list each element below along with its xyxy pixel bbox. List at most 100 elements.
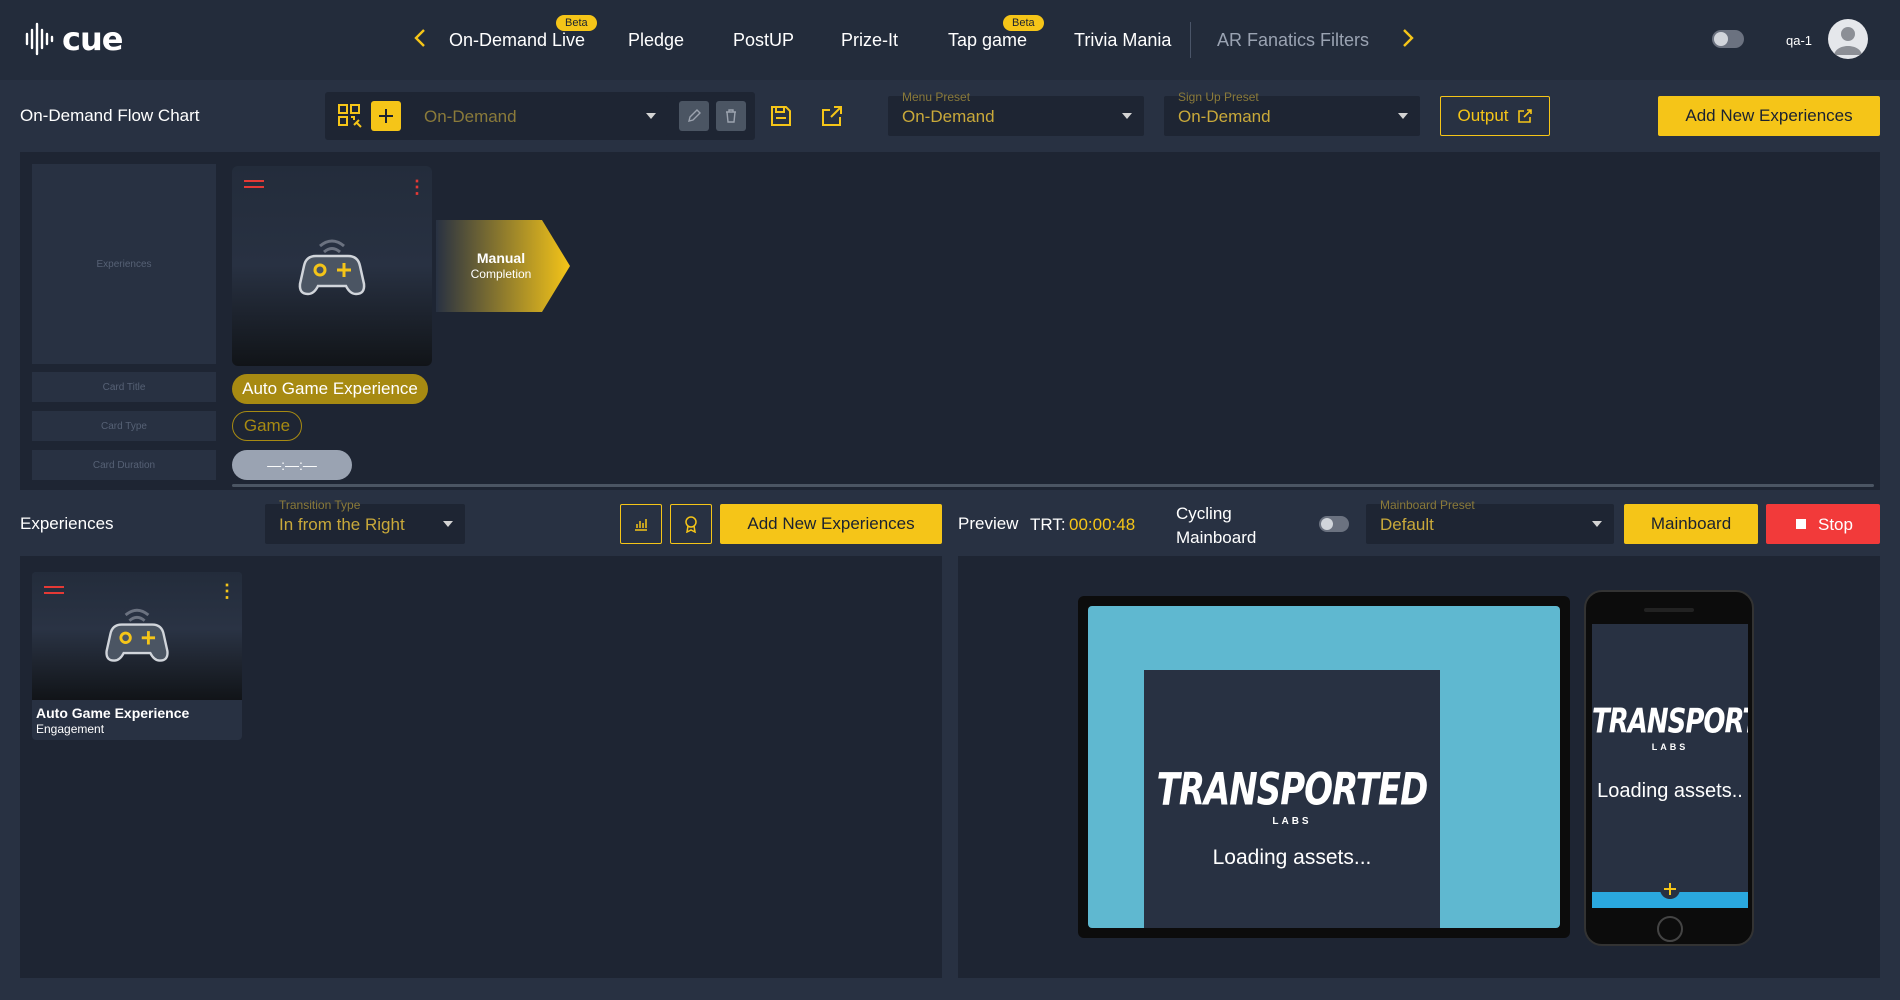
mainboard-preset-select[interactable]: Mainboard Preset Default <box>1366 498 1614 544</box>
nav-next-arrow[interactable] <box>1402 28 1414 54</box>
mainboard-button[interactable]: Mainboard <box>1624 504 1758 544</box>
phone-screen: TRANSPORTED LABS Loading assets.. <box>1592 624 1748 908</box>
cue-logo[interactable]: cue <box>24 20 123 58</box>
experience-card[interactable]: ⋮ Auto Game Experience Engagement <box>32 572 242 740</box>
plus-icon <box>1664 883 1676 895</box>
phone-loading-text: Loading assets.. <box>1597 780 1743 802</box>
top-bar: cue On-Demand Live Beta Pledge PostUP Pr… <box>0 0 1900 80</box>
completion-arrow[interactable] <box>436 220 572 312</box>
rewards-button[interactable] <box>670 504 712 544</box>
transition-type-value: In from the Right <box>279 515 405 534</box>
analytics-button[interactable] <box>620 504 662 544</box>
chevron-down-icon <box>1398 113 1408 119</box>
trt-value: 00:00:48 <box>1069 515 1136 534</box>
card-type-pill: Game <box>232 411 302 441</box>
completion-label: Completion <box>470 267 532 281</box>
award-icon <box>685 516 697 533</box>
nav-item-prize-it[interactable]: Prize-It <box>841 30 898 51</box>
cycling-mainboard-toggle[interactable] <box>1319 516 1349 532</box>
cycling-label: Cycling <box>1176 504 1232 523</box>
chevron-down-icon <box>1592 521 1602 527</box>
flow-chart-title: On-Demand Flow Chart <box>20 106 200 125</box>
experiences-placeholder: Experiences <box>32 164 216 364</box>
phone-preview: TRANSPORTED LABS Loading assets.. <box>1584 590 1754 946</box>
brand-logo: TRANSPORTED <box>1592 703 1748 742</box>
phone-home-button <box>1657 916 1683 942</box>
nav-item-ar-fanatics-filters[interactable]: AR Fanatics Filters <box>1217 30 1369 51</box>
nav-item-tap-game[interactable]: Tap game <box>948 30 1027 51</box>
share-icon <box>822 106 842 126</box>
kebab-menu-icon[interactable]: ⋮ <box>408 178 426 196</box>
nav-divider <box>1190 22 1191 58</box>
mainboard-preset-value: Default <box>1380 515 1434 534</box>
tablet-loading-card: TRANSPORTED LABS Loading assets... <box>1144 670 1440 928</box>
phone-plus-button[interactable] <box>1660 879 1680 899</box>
preview-label: Preview <box>958 514 1019 533</box>
transition-type-select[interactable]: Transition Type In from the Right <box>265 498 465 544</box>
user-name: qa-1 <box>1786 33 1813 48</box>
menu-preset-value: On-Demand <box>902 107 995 126</box>
trash-icon <box>726 109 736 123</box>
share-flow-button[interactable] <box>817 101 847 131</box>
experience-card-subtitle: Engagement <box>36 722 105 736</box>
nav-prev-arrow[interactable] <box>414 28 426 54</box>
stop-button[interactable]: Stop <box>1766 504 1880 544</box>
external-link-icon <box>1517 109 1532 123</box>
card-type-placeholder: Card Type <box>32 411 216 441</box>
mainboard-preset-label: Mainboard Preset <box>1380 498 1475 512</box>
experiences-title: Experiences <box>20 514 114 533</box>
add-flow-button[interactable] <box>371 101 401 131</box>
transition-type-label: Transition Type <box>279 498 361 512</box>
brand-sub: LABS <box>1651 742 1689 752</box>
delete-flow-button[interactable] <box>716 101 746 131</box>
beta-badge: Beta <box>556 15 597 31</box>
signup-preset-select[interactable]: Sign Up Preset On-Demand <box>1164 90 1420 136</box>
save-icon <box>771 106 791 126</box>
stop-icon <box>1796 519 1806 529</box>
output-button[interactable]: Output <box>1440 96 1550 136</box>
signup-preset-label: Sign Up Preset <box>1178 90 1259 104</box>
menu-preset-select[interactable]: Menu Preset On-Demand <box>888 90 1144 136</box>
horizontal-scrollbar[interactable] <box>232 484 1874 487</box>
card-duration-placeholder: Card Duration <box>32 450 216 480</box>
output-label: Output <box>1457 106 1509 125</box>
stop-label: Stop <box>1818 515 1853 534</box>
game-controller-icon <box>298 239 366 296</box>
card-duration-pill: —:—:— <box>232 450 352 480</box>
plus-icon <box>379 109 393 123</box>
completion-mode: Manual <box>476 250 526 266</box>
nav-item-postup[interactable]: PostUP <box>733 30 794 51</box>
tablet-screen: TRANSPORTED LABS Loading assets... <box>1088 606 1560 928</box>
chevron-down-icon <box>646 113 656 119</box>
avatar[interactable] <box>1828 19 1868 59</box>
chevron-down-icon <box>1122 113 1132 119</box>
user-icon <box>1834 27 1862 55</box>
phone-speaker <box>1644 608 1694 612</box>
drag-handle-icon[interactable] <box>244 180 264 188</box>
drag-handle-icon[interactable] <box>44 586 64 594</box>
flow-select[interactable]: On-Demand <box>410 96 668 136</box>
add-new-experiences-button[interactable]: Add New Experiences <box>720 504 942 544</box>
experience-card-title: Auto Game Experience <box>36 705 190 721</box>
card-title-placeholder: Card Title <box>32 372 216 402</box>
flow-card[interactable]: ⋮ <box>232 166 432 366</box>
save-flow-button[interactable] <box>766 101 796 131</box>
bar-chart-icon <box>635 519 647 531</box>
nav-item-on-demand-live[interactable]: On-Demand Live <box>449 30 585 51</box>
chevron-down-icon <box>443 521 453 527</box>
card-title-pill: Auto Game Experience <box>232 374 428 404</box>
logo-text: cue <box>62 20 123 58</box>
add-new-experiences-button[interactable]: Add New Experiences <box>1658 96 1880 136</box>
qr-icon[interactable] <box>336 102 364 130</box>
brand-sub: LABS <box>1272 816 1312 827</box>
beta-badge: Beta <box>1003 15 1044 31</box>
menu-preset-label: Menu Preset <box>902 90 971 104</box>
flow-select-value: On-Demand <box>424 107 517 126</box>
kebab-menu-icon[interactable]: ⋮ <box>218 582 236 600</box>
nav-item-pledge[interactable]: Pledge <box>628 30 684 51</box>
brand-name: TRANSPORTED <box>1592 702 1748 742</box>
nav-item-trivia-mania[interactable]: Trivia Mania <box>1074 30 1171 51</box>
game-controller-icon <box>105 608 169 662</box>
edit-flow-button[interactable] <box>679 101 709 131</box>
theme-toggle[interactable] <box>1712 30 1744 48</box>
